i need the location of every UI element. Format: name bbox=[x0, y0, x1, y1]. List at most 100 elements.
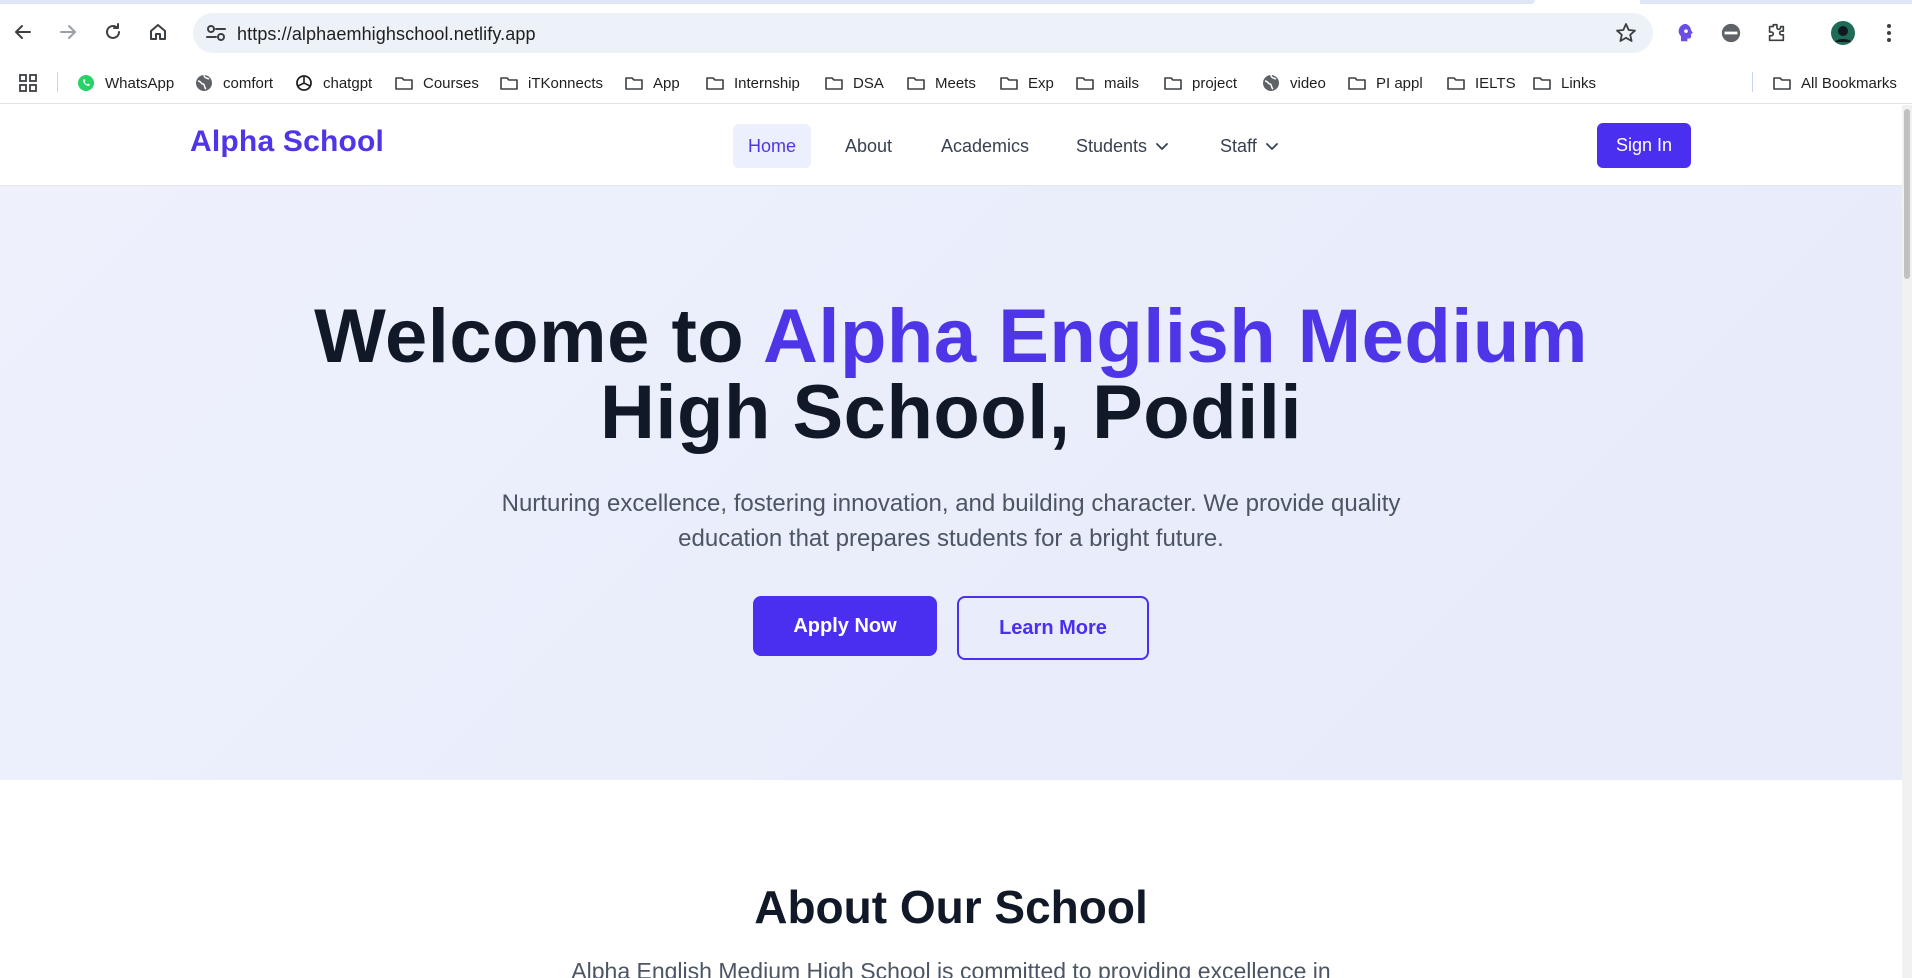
folder-icon bbox=[1076, 77, 1094, 90]
site-settings-icon[interactable] bbox=[205, 23, 227, 43]
hero-subtitle-line2: education that prepares students for a b… bbox=[678, 525, 1224, 552]
extension-blocked[interactable] bbox=[1718, 20, 1744, 46]
openai-icon bbox=[296, 75, 312, 91]
folder-icon bbox=[907, 77, 925, 90]
page-viewport: Alpha School Home About Academics Studen… bbox=[0, 105, 1912, 978]
page-scrollbar[interactable] bbox=[1902, 105, 1912, 978]
extension-purple-head[interactable] bbox=[1673, 20, 1699, 46]
bookmark-star-icon[interactable] bbox=[1615, 22, 1637, 44]
back-button[interactable] bbox=[8, 17, 38, 47]
hero-title-accent: Alpha English Medium bbox=[763, 294, 1588, 379]
profile-avatar[interactable] bbox=[1830, 20, 1856, 46]
whatsapp-icon bbox=[78, 75, 94, 91]
bookmark-label: Meets bbox=[935, 74, 976, 92]
nav-staff-dropdown[interactable]: Staff bbox=[1205, 124, 1294, 168]
bookmark-project[interactable]: project bbox=[1163, 70, 1237, 96]
kebab-menu-icon bbox=[1887, 24, 1891, 42]
address-bar[interactable]: https://alphaemhighschool.netlify.app bbox=[193, 13, 1653, 53]
nav-label: Academics bbox=[941, 135, 1030, 156]
about-section: About Our School Alpha English Medium Hi… bbox=[0, 780, 1902, 978]
folder-icon bbox=[1447, 77, 1465, 90]
bookmark-exp[interactable]: Exp bbox=[999, 70, 1054, 96]
bookmark-links[interactable]: Links bbox=[1532, 70, 1596, 96]
hero-subtitle: Nurturing excellence, fostering innovati… bbox=[451, 486, 1451, 556]
arrow-left-icon bbox=[15, 25, 31, 39]
hero-section: Welcome to Alpha English Medium High Sch… bbox=[0, 186, 1902, 780]
nav-home[interactable]: Home bbox=[733, 124, 812, 168]
chevron-down-icon bbox=[1156, 143, 1168, 150]
bookmark-label: video bbox=[1290, 74, 1326, 92]
browser-menu-button[interactable] bbox=[1876, 20, 1902, 46]
folder-icon bbox=[1164, 77, 1182, 90]
bookmark-app[interactable]: App bbox=[624, 70, 680, 96]
folder-icon bbox=[395, 77, 413, 90]
bookmark-label: iTKonnects bbox=[528, 74, 604, 92]
bookmark-comfort[interactable]: comfort bbox=[194, 70, 273, 96]
home-button[interactable] bbox=[143, 17, 173, 47]
arrow-right-icon bbox=[60, 25, 76, 39]
apps-button[interactable] bbox=[18, 70, 38, 96]
bookmark-video[interactable]: video bbox=[1261, 70, 1326, 96]
folder-icon bbox=[706, 77, 724, 90]
nav-label: Students bbox=[1076, 135, 1148, 156]
bookmark-label: chatgpt bbox=[323, 74, 373, 92]
bookmark-label: Courses bbox=[423, 74, 479, 92]
folder-icon bbox=[825, 77, 843, 90]
bookmark-dsa[interactable]: DSA bbox=[824, 70, 884, 96]
bookmark-label: DSA bbox=[853, 74, 884, 92]
bookmark-chatgpt[interactable]: chatgpt bbox=[294, 70, 372, 96]
globe-icon bbox=[1263, 74, 1279, 91]
folder-icon bbox=[625, 77, 643, 90]
apply-now-button[interactable]: Apply Now bbox=[753, 596, 937, 656]
forward-button[interactable] bbox=[53, 17, 83, 47]
extensions-button[interactable] bbox=[1763, 20, 1789, 46]
browser-toolbar: https://alphaemhighschool.netlify.app bbox=[0, 0, 1912, 66]
bookmark-internship[interactable]: Internship bbox=[705, 70, 800, 96]
avatar-icon bbox=[1831, 21, 1855, 45]
bookmark-label: comfort bbox=[223, 74, 274, 92]
home-icon bbox=[150, 24, 166, 40]
bookmark-ielts[interactable]: IELTS bbox=[1446, 70, 1516, 96]
hero-title-prefix: Welcome to bbox=[314, 294, 763, 379]
tab-strip-edge-right bbox=[1640, 0, 1912, 4]
learn-more-button[interactable]: Learn More bbox=[957, 596, 1149, 660]
bookmark-pi-appl[interactable]: PI appl bbox=[1347, 70, 1423, 96]
bookmark-label: WhatsApp bbox=[105, 74, 175, 92]
nav-about[interactable]: About bbox=[830, 124, 907, 168]
chevron-down-icon bbox=[1265, 143, 1278, 150]
bookmark-label: IELTS bbox=[1475, 74, 1516, 92]
bookmarks-separator bbox=[57, 72, 58, 92]
bookmark-itkonnects[interactable]: iTKonnects bbox=[499, 70, 603, 96]
folder-icon bbox=[1348, 77, 1366, 90]
all-bookmarks-button[interactable]: All Bookmarks bbox=[1772, 70, 1897, 96]
apps-grid-icon bbox=[19, 74, 37, 92]
nav-academics[interactable]: Academics bbox=[926, 124, 1044, 168]
ai-extension-icon bbox=[1678, 23, 1693, 42]
about-title: About Our School bbox=[754, 881, 1148, 933]
sign-in-button[interactable]: Sign In bbox=[1597, 123, 1691, 168]
folder-icon bbox=[1773, 77, 1791, 90]
bookmark-label: Internship bbox=[734, 74, 800, 92]
hero-subtitle-line1: Nurturing excellence, fostering innovati… bbox=[501, 490, 1401, 517]
all-bookmarks-label: All Bookmarks bbox=[1801, 74, 1897, 92]
nav-students-dropdown[interactable]: Students bbox=[1061, 124, 1184, 168]
bookmark-courses[interactable]: Courses bbox=[394, 70, 479, 96]
tab-strip-edge bbox=[0, 0, 1535, 4]
reload-button[interactable] bbox=[98, 17, 128, 47]
bookmarks-separator bbox=[1752, 72, 1753, 92]
bookmark-label: App bbox=[653, 74, 680, 92]
bookmark-label: Exp bbox=[1028, 74, 1054, 92]
hero-title: Welcome to Alpha English Medium High Sch… bbox=[0, 299, 1902, 451]
about-text: Alpha English Medium High School is comm… bbox=[571, 958, 1331, 978]
blocked-extension-icon bbox=[1721, 23, 1741, 43]
bookmark-meets[interactable]: Meets bbox=[906, 70, 976, 96]
nav-label: Staff bbox=[1220, 135, 1257, 156]
site-header: Alpha School Home About Academics Studen… bbox=[0, 105, 1902, 186]
scrollbar-thumb[interactable] bbox=[1904, 109, 1910, 279]
bookmark-whatsapp[interactable]: WhatsApp bbox=[76, 70, 174, 96]
bookmark-label: project bbox=[1192, 74, 1238, 92]
bookmark-label: Links bbox=[1561, 74, 1597, 92]
bookmark-mails[interactable]: mails bbox=[1075, 70, 1139, 96]
url-text[interactable]: https://alphaemhighschool.netlify.app bbox=[237, 24, 536, 45]
brand-logo[interactable]: Alpha School bbox=[190, 125, 384, 159]
